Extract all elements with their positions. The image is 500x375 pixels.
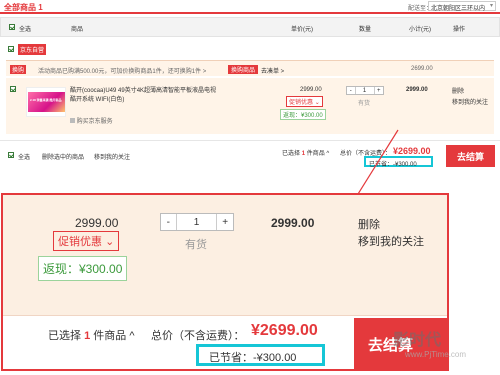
zoom-item-subtotal: 2999.00 (271, 216, 315, 230)
watermark-text: 影时代 (393, 332, 442, 349)
zoom-quantity-stepper[interactable]: - 1 + (160, 213, 234, 231)
watermark-url: www.PjTime.com (405, 350, 467, 359)
zoom-qty-minus-button[interactable]: - (161, 214, 177, 230)
zoom-qty-input[interactable]: 1 (176, 214, 218, 230)
chevron-up-icon: ^ (129, 330, 135, 342)
zoom-rebate-badge: 返现：¥300.00 (38, 256, 128, 281)
zoom-stock-status: 有货 (185, 239, 207, 251)
zoom-promo-dropdown[interactable]: 促销优惠 ⌄ (53, 231, 120, 251)
zoom-move-follow-link[interactable]: 移到我的关注 (358, 233, 424, 249)
zoom-footer: 已选择 1 件商品 ^ 总价（不含运费）： ¥2699.00 已节省：-¥300… (3, 315, 447, 369)
zoom-selected-prefix: 已选择 (48, 330, 81, 342)
zoom-qty-plus-button[interactable]: + (217, 214, 233, 230)
zoom-total: ¥2699.00 (251, 322, 318, 339)
zoom-promo-label: 促销优惠 (58, 236, 102, 248)
zoom-unit-price: 2999.00 (75, 216, 119, 230)
zoom-total-label: 总价（不含运费）： (151, 330, 245, 342)
zoom-delete-link[interactable]: 删除 (358, 216, 380, 232)
zoom-selected-count: 1 (84, 330, 91, 342)
zoom-selected-suffix: 件商品 (93, 330, 127, 342)
zoom-saved-highlight: 已节省：-¥300.00 (196, 344, 325, 366)
chevron-down-icon: ⌄ (105, 236, 115, 248)
zoom-selected: 已选择 1 件商品 ^ (48, 327, 134, 343)
zoom-saved: 已节省：-¥300.00 (209, 352, 297, 364)
zoom-panel: 2999.00 促销优惠 ⌄ 返现：¥300.00 - 1 + 有货 2999.… (1, 193, 449, 371)
